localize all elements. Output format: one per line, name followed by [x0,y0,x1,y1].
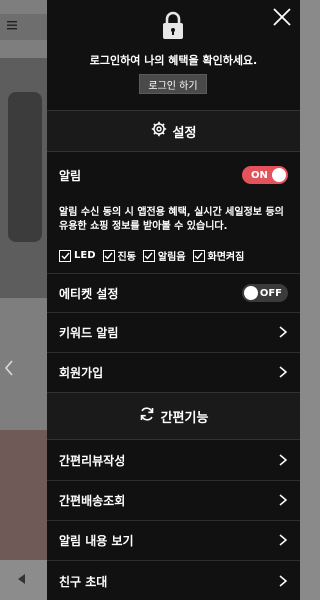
refresh-icon [139,406,155,426]
checkbox-label: 진동 [117,252,136,263]
close-icon[interactable] [271,6,293,28]
side-drawer: 로그인하여 나의 혜택을 확인하세요. 로그인 하기 설정 알림 ON 알림 수… [47,0,300,600]
gear-icon [151,121,167,141]
quick-item-review[interactable]: 간편리뷰작성 [47,441,300,481]
menu-item-label: 키워드 알림 [59,326,119,340]
checkmark-icon [59,249,71,262]
etiquette-toggle[interactable]: OFF [242,284,288,302]
background-product-image [8,92,42,242]
hamburger-icon[interactable] [6,17,18,37]
settings-title: 설정 [172,125,197,141]
menu-item-signup[interactable]: 회원가입 [47,353,300,393]
chevron-right-icon [278,451,288,470]
quick-item-label: 간편배송조회 [59,494,126,508]
toggle-knob [244,286,258,300]
etiquette-toggle-state: OFF [259,287,282,299]
lock-icon [160,10,186,40]
chevron-right-icon [278,531,288,550]
etiquette-label: 에티켓 설정 [59,286,119,301]
chevron-right-icon [278,363,288,382]
quick-features-title: 간편기능 [160,410,209,426]
checkbox-screen-on[interactable]: 화면켜짐 [192,248,245,263]
menu-item-label: 회원가입 [59,366,104,380]
checkbox-led[interactable]: LED [59,248,96,263]
quick-item-delivery[interactable]: 간편배송조회 [47,481,300,521]
checkbox-sound[interactable]: 알림음 [142,248,186,263]
alarm-toggle[interactable]: ON [242,166,288,184]
checkbox-vibration[interactable]: 진동 [102,248,136,263]
login-button[interactable]: 로그인 하기 [139,74,207,94]
quick-item-notifications[interactable]: 알림 내용 보기 [47,521,300,561]
chevron-right-icon [278,572,288,591]
triangle-left-icon[interactable] [18,574,26,587]
chevron-right-icon [278,491,288,510]
menu-item-keyword-alarm[interactable]: 키워드 알림 [47,313,300,353]
settings-header: 설정 [47,110,300,152]
etiquette-row: 에티켓 설정 OFF [47,273,300,313]
toggle-knob [272,168,286,182]
checkmark-icon [192,249,205,262]
checkmark-icon [102,249,115,262]
chevron-right-icon [278,323,288,342]
quick-item-label: 알림 내용 보기 [59,534,134,548]
login-section: 로그인하여 나의 혜택을 확인하세요. 로그인 하기 [47,0,300,110]
alarm-toggle-state: ON [251,169,268,181]
alarm-description: 알림 수신 동의 시 앱전용 혜택, 실시간 세일정보 등의 유용한 쇼핑 정보… [59,207,284,232]
quick-item-invite[interactable]: 친구 초대 [47,561,300,600]
alarm-label: 알림 [59,168,82,183]
checkbox-label: LED [74,250,96,261]
checkbox-label: 알림음 [157,252,186,263]
quick-features-header: 간편기능 [47,392,300,440]
checkbox-label: 화면켜짐 [207,252,245,263]
login-message: 로그인하여 나의 혜택을 확인하세요. [89,54,258,67]
alarm-row: 알림 ON [47,155,300,195]
quick-item-label: 친구 초대 [59,574,108,589]
quick-item-label: 간편리뷰작성 [59,454,126,468]
chevron-left-icon[interactable] [4,360,14,380]
alarm-options: LED 진동 알림음 화면켜짐 [59,248,295,263]
checkmark-icon [142,249,155,262]
